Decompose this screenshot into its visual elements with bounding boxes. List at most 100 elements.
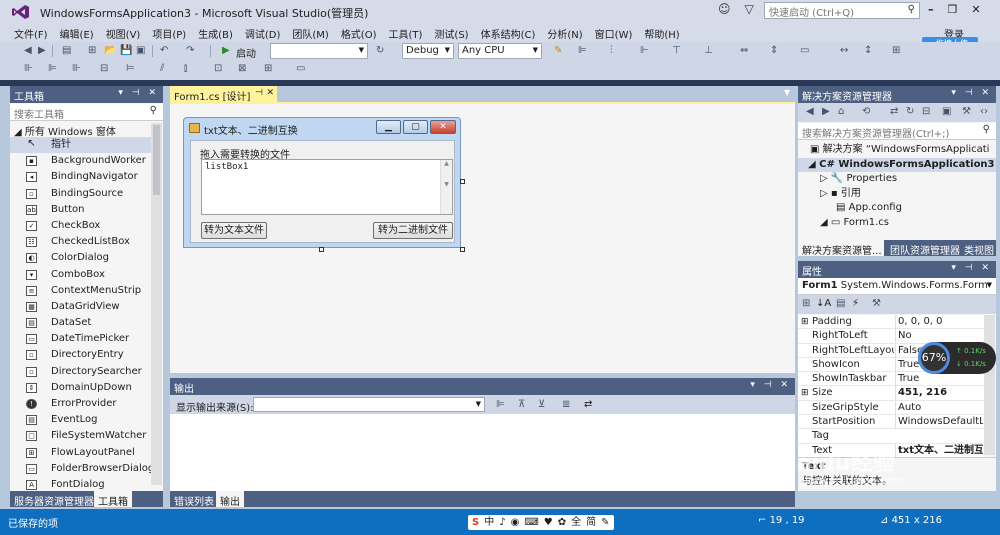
properties-view-icon[interactable]: ▤ <box>836 298 845 309</box>
menu-analyze[interactable]: 分析(N) <box>547 24 589 42</box>
remove-spacing-icon[interactable]: ⊟ <box>100 63 108 74</box>
center-vertical-icon[interactable]: ⫾ <box>184 63 187 74</box>
align-icon[interactable]: ⊫ <box>578 45 587 56</box>
menu-file[interactable]: 文件(F) <box>14 24 55 42</box>
toolbox-item[interactable]: ab Button <box>10 202 151 218</box>
panel-pin-icon[interactable]: ▾ ⊣ ✕ <box>750 380 791 390</box>
tree-node-appconfig[interactable]: ▤ App.config <box>798 201 996 216</box>
tree-node-project[interactable]: ◢ C# WindowsFormsApplication3 <box>798 157 996 172</box>
forward-icon[interactable]: ▶ <box>38 45 46 56</box>
output-text-area[interactable] <box>170 414 795 491</box>
same-height-icon[interactable]: ⇕ <box>770 45 778 56</box>
menu-project[interactable]: 项目(P) <box>152 24 193 42</box>
ime-tools-icon[interactable]: ✿ <box>558 515 566 530</box>
toolbox-search-input[interactable]: 搜索工具箱 ⚲ <box>10 104 163 121</box>
save-all-icon[interactable]: ▣ <box>136 45 145 56</box>
undo-icon[interactable]: ↶ <box>160 45 168 56</box>
vertical-space-icon[interactable]: ⊨ <box>126 63 135 74</box>
menu-window[interactable]: 窗口(W) <box>595 24 640 42</box>
menu-help[interactable]: 帮助(H) <box>644 24 686 42</box>
start-label[interactable]: 启动 <box>236 45 256 60</box>
property-value[interactable]: txt文本、二进制互换 <box>895 443 983 458</box>
find-icon[interactable]: ✎ <box>554 45 562 56</box>
refresh-icon[interactable]: ↻ <box>376 45 384 56</box>
tree-node-properties[interactable]: ▷ 🔧 Properties <box>798 172 996 187</box>
property-pages-icon[interactable]: ⚒ <box>872 298 881 309</box>
align-middle-icon[interactable]: ⊥ <box>704 45 713 56</box>
property-value[interactable]: WindowsDefaultLo <box>895 415 983 430</box>
sync-icon[interactable]: ⇄ <box>890 106 898 117</box>
redo-icon[interactable]: ↷ <box>186 45 194 56</box>
ime-punct-icon[interactable]: ◉ <box>511 515 520 530</box>
ime-mode[interactable]: 中 <box>484 515 494 530</box>
form-maximize-button[interactable]: ▢ <box>403 120 428 134</box>
toolbox-item[interactable]: ↖ 指针 <box>10 137 151 154</box>
tab-order-icon[interactable]: ⊞ <box>264 63 272 74</box>
alphabetical-icon[interactable]: ↓A <box>816 298 831 309</box>
ime-fullwidth[interactable]: 全 <box>571 515 581 530</box>
filter-icon[interactable]: ▽ <box>745 2 754 16</box>
word-wrap-icon[interactable]: ⇄ <box>584 399 592 410</box>
menu-test[interactable]: 测试(S) <box>434 24 475 42</box>
output-header[interactable]: 输出 ▾ ⊣ ✕ <box>170 378 795 395</box>
menu-team[interactable]: 团队(M) <box>292 24 335 42</box>
pin-icon[interactable]: ⊣ <box>255 88 263 98</box>
bring-front-icon[interactable]: ⊡ <box>214 63 222 74</box>
solution-search-input[interactable]: 搜索解决方案资源管理器(Ctrl+;) ⚲ <box>798 123 996 140</box>
spacing-increase-icon[interactable]: ⊫ <box>48 63 57 74</box>
tab-form1-designer[interactable]: Form1.cs [设计] ⊣ ✕ <box>170 86 277 103</box>
toolbox-item[interactable]: ▭ DateTimePicker <box>10 331 151 347</box>
toolbox-item[interactable]: ▤ EventLog <box>10 412 151 428</box>
toolbox-item[interactable]: ▫ BindingSource <box>10 186 151 202</box>
menu-debug[interactable]: 调试(D) <box>245 24 288 42</box>
start-icon[interactable]: ▶ <box>222 45 230 56</box>
toolbox-item[interactable]: ! ErrorProvider <box>10 396 151 412</box>
toolbox-item[interactable]: ▭ FolderBrowserDialog <box>10 461 154 477</box>
menu-architecture[interactable]: 体系结构(C) <box>481 24 543 42</box>
toolbox-scrollbar[interactable] <box>151 123 162 485</box>
toolbox-item[interactable]: ◐ ColorDialog <box>10 250 151 266</box>
categorized-icon[interactable]: ⊞ <box>802 298 810 309</box>
grid-icon[interactable]: ⊞ <box>892 45 900 56</box>
property-row[interactable]: ShowInTaskbar True <box>798 372 984 387</box>
menu-view[interactable]: 视图(V) <box>106 24 148 42</box>
ime-music-icon[interactable]: ♪ <box>499 515 505 530</box>
expand-icon[interactable]: ⊞ <box>801 315 809 329</box>
expand-icon[interactable]: ⊞ <box>801 386 809 400</box>
tab-error-list[interactable]: 错误列表 <box>174 493 214 508</box>
toolbox-item[interactable]: ▢ FileSystemWatcher <box>10 428 151 444</box>
property-row[interactable]: ⊞ Padding 0, 0, 0, 0 <box>798 315 984 330</box>
back-icon[interactable]: ◀ <box>24 45 32 56</box>
tab-solution-explorer[interactable]: 解决方案资源管... <box>798 240 884 256</box>
properties-header[interactable]: 属性 ▾ ⊣ ✕ <box>798 261 996 278</box>
property-value[interactable]: 0, 0, 0, 0 <box>895 315 983 329</box>
toolbox-item[interactable]: ✓ CheckBox <box>10 218 151 234</box>
property-row[interactable]: ⊞ Size 451, 216 <box>798 386 984 401</box>
history-icon[interactable]: ⟲ <box>862 106 870 117</box>
close-icon[interactable]: ✕ <box>266 88 274 98</box>
menu-tools[interactable]: 工具(T) <box>389 24 430 42</box>
send-back-icon[interactable]: ⊠ <box>238 63 246 74</box>
ime-simplified[interactable]: 简 <box>586 515 596 530</box>
ime-handwrite-icon[interactable]: ✎ <box>601 515 609 530</box>
tab-server-explorer[interactable]: 服务器资源管理器 <box>14 493 94 508</box>
property-row[interactable]: SizeGripStyle Auto <box>798 400 984 416</box>
save-icon[interactable]: 💾 <box>120 45 132 56</box>
toolbox-item[interactable]: ▫ DirectoryEntry <box>10 347 151 363</box>
panel-pin-icon[interactable]: ▾ ⊣ ✕ <box>118 88 159 98</box>
config-combo[interactable]: Debug ▼ <box>402 43 454 59</box>
resize-handle[interactable] <box>460 179 465 184</box>
toolbox-item[interactable]: ▤ DataSet <box>10 315 151 331</box>
convert-to-binary-button[interactable]: 转为二进制文件 <box>373 222 453 239</box>
tree-node-solution[interactable]: ▣ 解决方案 “WindowsFormsApplicati <box>798 143 996 158</box>
toolbox-item[interactable]: ▦ DataGridView <box>10 299 151 315</box>
close-icon[interactable]: ✕ <box>971 3 980 16</box>
toolbox-item[interactable]: ≡ ContextMenuStrip <box>10 283 151 299</box>
toolbox-item[interactable]: ▪ BackgroundWorker <box>10 153 151 169</box>
go-to-line-icon[interactable]: ⊫ <box>496 399 505 410</box>
restore-icon[interactable]: ❐ <box>948 3 958 16</box>
same-size-icon[interactable]: ▭ <box>800 45 809 56</box>
ime-toolbar[interactable]: S 中 ♪ ◉ ⌨ ♥ ✿ 全 简 ✎ <box>468 515 614 530</box>
solution-explorer-header[interactable]: 解决方案资源管理器 ▾ ⊣ ✕ <box>798 86 996 103</box>
new-project-icon[interactable]: ▤ <box>62 45 71 56</box>
